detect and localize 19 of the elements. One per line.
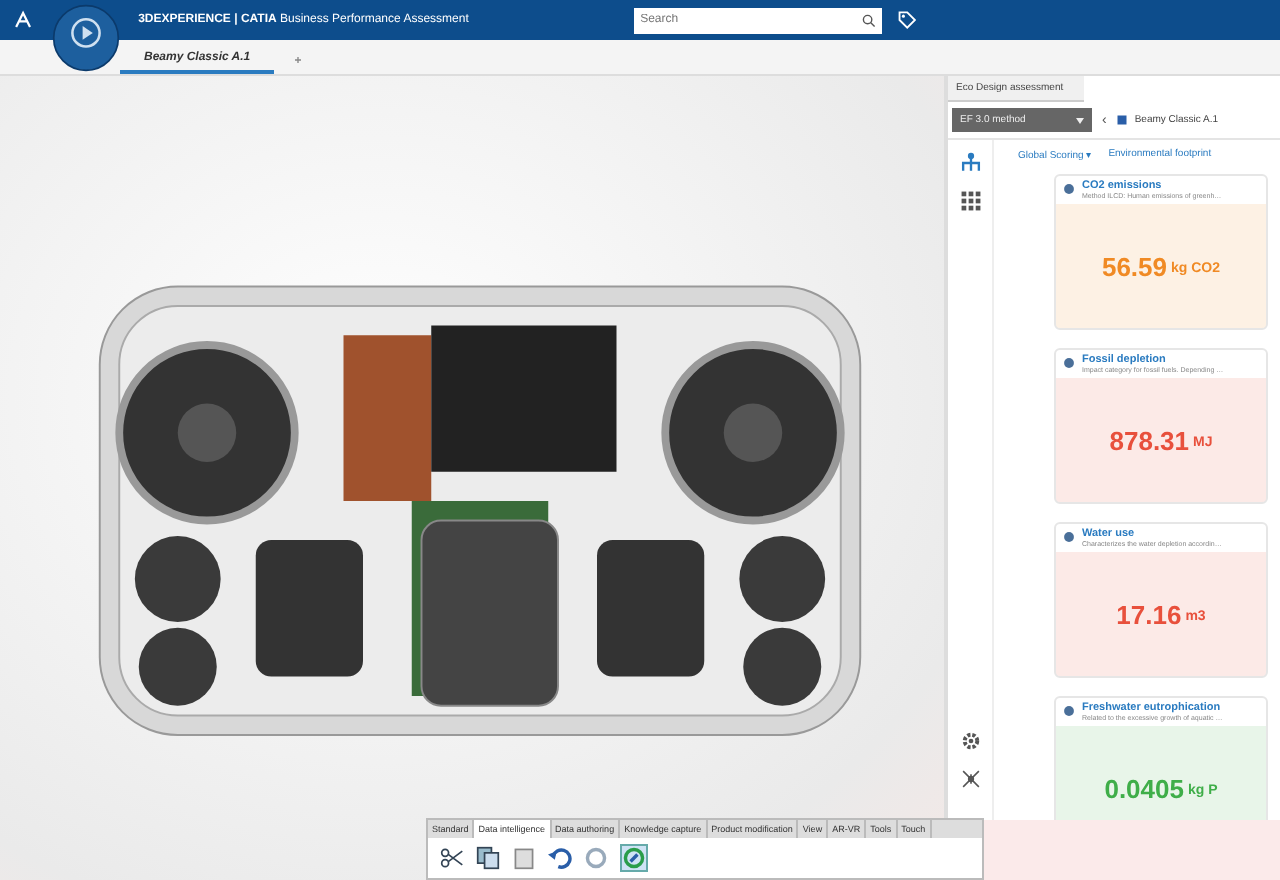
logo-icon[interactable] (12, 8, 35, 32)
cube-icon (1116, 114, 1129, 126)
undo-icon[interactable] (548, 846, 572, 870)
tag-icon[interactable] (897, 10, 916, 30)
scissors-icon[interactable] (440, 846, 464, 870)
caret-icon (1076, 117, 1084, 123)
indicator-icon (1062, 182, 1076, 196)
grid-icon[interactable] (959, 190, 981, 212)
paste-icon[interactable] (512, 846, 536, 870)
network-icon[interactable] (959, 768, 981, 790)
indicator-icon (1062, 356, 1076, 370)
indicator-icon (1062, 704, 1076, 718)
hierarchy-icon[interactable] (959, 152, 981, 174)
copy-icon[interactable] (476, 846, 500, 870)
settings-icon[interactable] (959, 730, 981, 752)
indicator-icon (1062, 530, 1076, 544)
search-icon[interactable] (861, 13, 876, 27)
refresh-icon[interactable] (620, 844, 648, 872)
compass-icon[interactable] (52, 4, 120, 72)
